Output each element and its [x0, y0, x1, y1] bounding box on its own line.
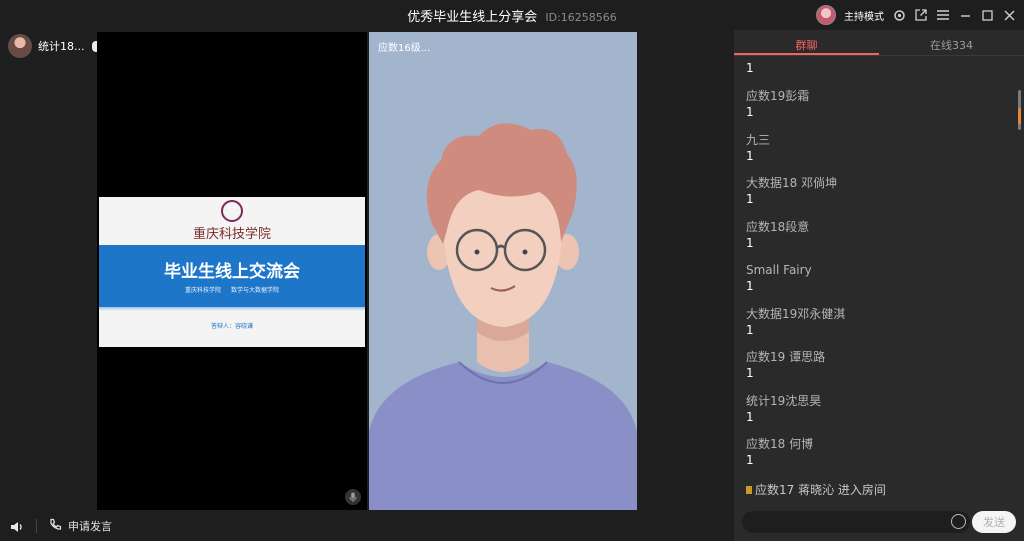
room-entry-text: 应数17 蒋晓沁 进入房间 — [755, 483, 886, 497]
slide-subtitle: 重庆科技学院 数学与大数据学院 — [185, 287, 279, 294]
room-id: ID:16258566 — [545, 11, 617, 24]
chat-input-row: 发送 — [742, 511, 1016, 533]
chat-message-sender: 九三 — [746, 133, 771, 147]
chat-message-body: 1 — [746, 149, 754, 163]
avatar-illustration — [369, 123, 637, 510]
emoji-icon[interactable] — [951, 514, 966, 529]
slide-logo-text: 重庆科技学院 — [192, 227, 271, 242]
chat-message-body: 1 — [746, 105, 754, 119]
chat-message: 统计19沈思昊 1 — [746, 394, 821, 425]
bottom-bar: 申请发言 — [0, 510, 734, 541]
current-user-chip[interactable]: 统计18... — [8, 34, 85, 58]
chat-message: 应数18 何博 1 — [746, 437, 813, 468]
maximize-icon[interactable] — [980, 8, 994, 22]
phone-icon — [49, 518, 62, 534]
host-mode-label[interactable]: 主持模式 — [844, 8, 884, 23]
title-bar: 优秀毕业生线上分享会 ID:16258566 主持模式 — [0, 0, 1024, 30]
window-title: 优秀毕业生线上分享会 — [407, 10, 538, 25]
chat-message-body: 1 — [746, 236, 754, 250]
chat-message-sender: 应数18段意 — [746, 220, 810, 234]
chat-message-body: 1 — [746, 192, 754, 206]
menu-icon[interactable] — [936, 8, 950, 22]
slide-title-band: 毕业生线上交流会 重庆科技学院 数学与大数据学院 — [99, 245, 365, 307]
chat-message: 大数据18 邓倘坤 1 — [746, 176, 837, 207]
chat-list[interactable]: 1 应数19彭霜 1 九三 1 大数据18 邓倘坤 1 应数18段意 1 Sma… — [734, 57, 1024, 504]
chat-message-body: 1 — [746, 279, 754, 293]
popout-icon[interactable] — [914, 8, 928, 22]
school-seal-icon — [221, 200, 243, 222]
screen-share-pane[interactable]: 重庆科技学院 毕业生线上交流会 重庆科技学院 数学与大数据学院 答辩人：容晓谦 — [97, 32, 367, 510]
chat-message: 大数据19邓永健淇 1 — [746, 307, 845, 338]
chat-message-sender: 大数据18 邓倘坤 — [746, 176, 838, 190]
chat-message: 九三 1 — [746, 133, 770, 164]
chat-message-body: 1 — [746, 410, 754, 424]
camera-user-label: 应数16级... — [378, 43, 431, 54]
side-panel: 群聊 在线334 1 应数19彭霜 1 九三 1 大数据18 邓倘坤 1 应数1… — [734, 30, 1024, 541]
chat-message-body: 1 — [746, 323, 754, 337]
presentation-slide: 重庆科技学院 毕业生线上交流会 重庆科技学院 数学与大数据学院 答辩人：容晓谦 — [99, 197, 365, 347]
slide-footer: 答辩人：容晓谦 — [210, 323, 253, 330]
settings-icon[interactable] — [892, 8, 906, 22]
chat-input[interactable] — [742, 511, 970, 533]
chat-message-body: 1 — [746, 61, 754, 75]
apply-to-speak-label: 申请发言 — [68, 519, 112, 533]
slide-logo: 重庆科技学院 — [99, 200, 365, 242]
user-name: 统计18... — [38, 40, 85, 53]
user-avatar — [8, 34, 32, 58]
chat-message: Small Fairy 1 — [746, 263, 812, 294]
window-controls: 主持模式 — [816, 5, 1016, 25]
chat-message: 1 — [746, 60, 754, 76]
apply-to-speak-button[interactable]: 申请发言 — [49, 518, 112, 534]
chat-message-sender: 统计19沈思昊 — [746, 394, 822, 408]
slide-divider — [99, 307, 365, 311]
room-entry-notice: 应数17 蒋晓沁 进入房间 — [746, 481, 886, 498]
panel-tabs: 群聊 在线334 — [734, 30, 1024, 56]
chat-message-sender: 大数据19邓永健淇 — [746, 307, 846, 321]
chat-message-body: 1 — [746, 453, 754, 467]
chat-message-sender: 应数19 谭思路 — [746, 350, 826, 364]
tab-group-chat[interactable]: 群聊 — [734, 30, 879, 55]
slide-title: 毕业生线上交流会 — [164, 262, 300, 282]
video-stage: 统计18... 排麦 重庆科技学院 毕业生线上交流会 重庆科技学院 数学与大数据… — [0, 30, 734, 510]
minimize-icon[interactable] — [958, 8, 972, 22]
badge-icon — [746, 485, 752, 494]
chat-message-sender: Small Fairy — [746, 263, 812, 277]
mic-status-icon[interactable] — [345, 489, 361, 505]
send-button[interactable]: 发送 — [972, 511, 1016, 533]
chat-message: 应数18段意 1 — [746, 220, 809, 251]
chat-message: 应数19 谭思路 1 — [746, 350, 825, 381]
chat-message-sender: 应数19彭霜 — [746, 89, 810, 103]
camera-pane[interactable]: 应数16级... — [369, 32, 637, 510]
chat-message: 应数19彭霜 1 — [746, 89, 809, 120]
tab-online[interactable]: 在线334 — [879, 30, 1024, 55]
chat-message-body: 1 — [746, 366, 754, 380]
close-icon[interactable] — [1002, 8, 1016, 22]
bottom-divider — [36, 518, 37, 533]
chat-message-sender: 应数18 何博 — [746, 437, 814, 451]
host-avatar[interactable] — [816, 5, 836, 25]
chat-scrollbar-thumb[interactable] — [1018, 108, 1021, 124]
speaker-icon[interactable] — [10, 519, 24, 533]
